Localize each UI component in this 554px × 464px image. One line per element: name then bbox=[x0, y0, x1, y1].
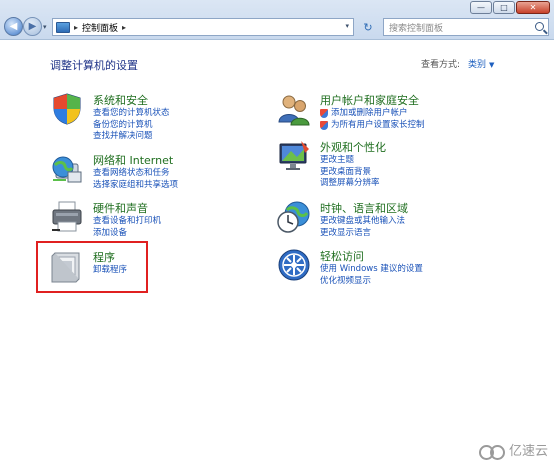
link-view-computer-status[interactable]: 查看您的计算机状态 bbox=[93, 108, 170, 120]
watermark-logo-icon bbox=[478, 443, 505, 460]
refresh-button[interactable]: ↻ bbox=[358, 18, 378, 36]
watermark: 亿速云 bbox=[478, 440, 548, 460]
highlight-frame bbox=[36, 241, 148, 293]
link-backup-computer[interactable]: 备份您的计算机 bbox=[93, 120, 170, 132]
category-title[interactable]: 轻松访问 bbox=[320, 248, 364, 264]
category-title[interactable]: 外观和个性化 bbox=[320, 139, 386, 155]
minimize-button[interactable]: — bbox=[470, 1, 492, 14]
search-icon[interactable] bbox=[535, 22, 544, 31]
breadcrumb-control-panel[interactable]: 控制面板 bbox=[82, 21, 118, 34]
shield-flag-icon bbox=[53, 93, 81, 125]
search-input[interactable]: 搜索控制面板 bbox=[383, 18, 549, 36]
maximize-button[interactable]: □ bbox=[493, 1, 515, 14]
back-button[interactable]: ◀ bbox=[4, 17, 23, 36]
monitor-paint-icon bbox=[279, 141, 309, 170]
category-title[interactable]: 网络和 Internet bbox=[93, 152, 173, 168]
view-by-dropdown[interactable]: 类别 ▼ bbox=[468, 57, 494, 70]
view-by-value: 类别 bbox=[468, 60, 487, 70]
window-controls: — □ ✕ bbox=[470, 1, 550, 14]
watermark-text: 亿速云 bbox=[508, 444, 548, 459]
link-troubleshoot[interactable]: 查找并解决问题 bbox=[93, 131, 170, 143]
close-button[interactable]: ✕ bbox=[516, 1, 550, 14]
search-placeholder: 搜索控制面板 bbox=[389, 23, 444, 34]
dropdown-caret-icon: ▼ bbox=[489, 61, 495, 69]
category-title[interactable]: 硬件和声音 bbox=[93, 200, 148, 216]
address-dropdown[interactable]: ▾ bbox=[345, 22, 349, 30]
page-title: 调整计算机的设置 bbox=[50, 59, 138, 72]
link-add-remove-accounts[interactable]: 添加或删除用户帐户 bbox=[320, 108, 425, 120]
forward-arrow-icon: ▶ bbox=[28, 21, 37, 32]
link-screen-resolution[interactable]: 调整屏幕分辨率 bbox=[320, 178, 380, 190]
users-icon bbox=[278, 95, 310, 126]
forward-button[interactable]: ▶ bbox=[23, 17, 42, 36]
address-bar[interactable]: ▸ 控制面板 ▸ ▾ bbox=[52, 18, 354, 36]
link-optimize-display[interactable]: 优化视频显示 bbox=[320, 276, 423, 288]
clock-globe-icon bbox=[277, 201, 310, 233]
category-title[interactable]: 用户帐户和家庭安全 bbox=[320, 92, 419, 108]
view-by-label: 查看方式: bbox=[421, 60, 461, 70]
link-display-language[interactable]: 更改显示语言 bbox=[320, 228, 405, 240]
back-arrow-icon: ◀ bbox=[9, 21, 18, 32]
recent-pages-dropdown[interactable]: ▾ bbox=[43, 23, 47, 31]
category-title[interactable]: 系统和安全 bbox=[93, 92, 148, 108]
link-change-theme[interactable]: 更改主题 bbox=[320, 155, 380, 167]
link-add-device[interactable]: 添加设备 bbox=[93, 228, 161, 240]
category-title[interactable]: 时钟、语言和区域 bbox=[320, 200, 408, 216]
link-recommended-settings[interactable]: 使用 Windows 建议的设置 bbox=[320, 264, 423, 276]
link-parental-controls[interactable]: 为所有用户设置家长控制 bbox=[320, 120, 425, 132]
breadcrumb-separator[interactable]: ▸ bbox=[122, 23, 126, 32]
link-desktop-background[interactable]: 更改桌面背景 bbox=[320, 167, 380, 179]
control-panel-icon bbox=[56, 21, 70, 33]
link-network-status[interactable]: 查看网络状态和任务 bbox=[93, 168, 178, 180]
breadcrumb-separator[interactable]: ▸ bbox=[74, 23, 78, 32]
link-keyboard-input[interactable]: 更改键盘或其他输入法 bbox=[320, 216, 405, 228]
ease-of-access-icon bbox=[278, 249, 310, 281]
network-globe-icon bbox=[52, 156, 82, 183]
refresh-icon: ↻ bbox=[363, 20, 373, 34]
link-homegroup-sharing[interactable]: 选择家庭组和共享选项 bbox=[93, 180, 178, 192]
printer-icon bbox=[52, 201, 82, 232]
link-devices-printers[interactable]: 查看设备和打印机 bbox=[93, 216, 161, 228]
title-bar: — □ ✕ ◀ ▶ ▾ ▸ 控制面板 ▸ ▾ ↻ 搜索控制面板 bbox=[0, 0, 554, 40]
